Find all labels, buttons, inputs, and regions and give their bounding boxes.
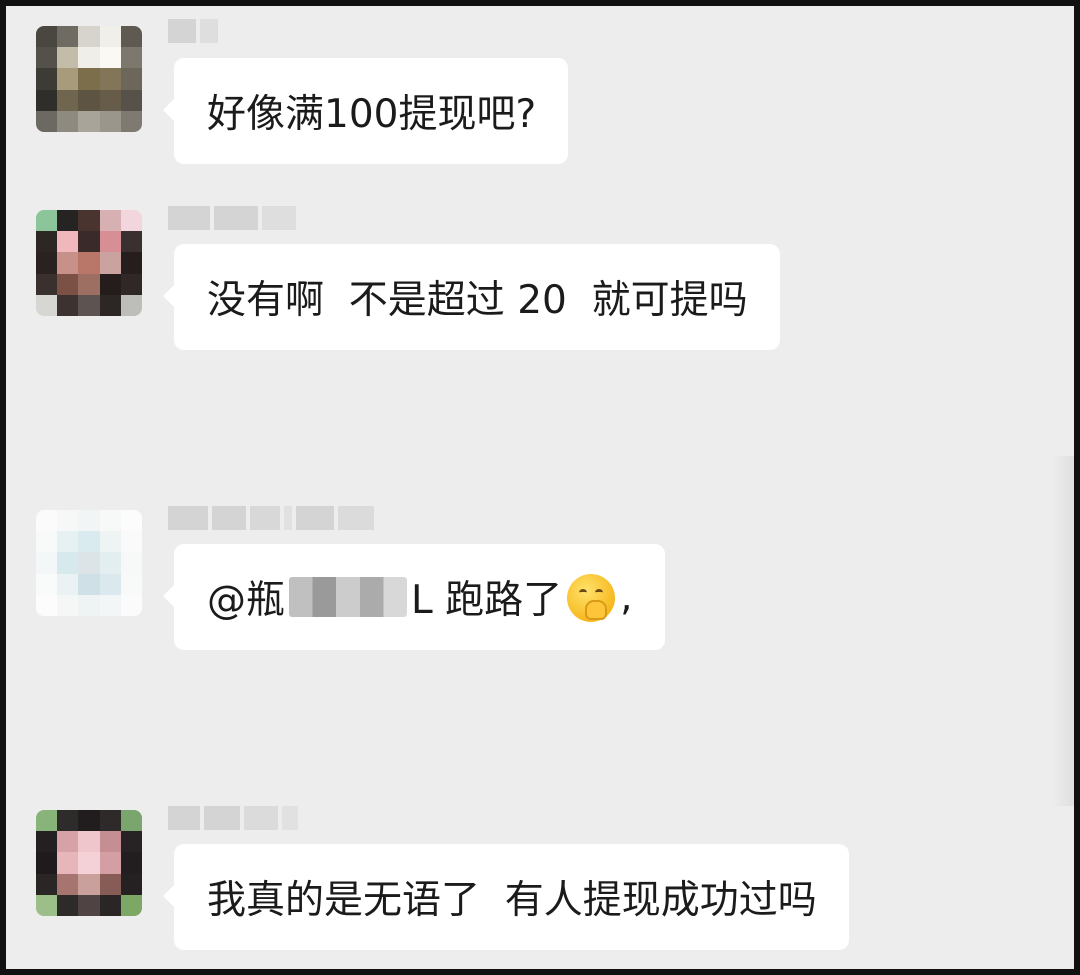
message-text-tail: , — [620, 574, 633, 620]
message-bubble[interactable]: 好像满100提现吧? — [162, 58, 569, 164]
message-bubble[interactable]: 我真的是无语了 有人提现成功过吗 — [163, 844, 849, 950]
message-text: 好像满100提现吧? — [207, 92, 537, 137]
avatar[interactable] — [36, 210, 142, 316]
avatar[interactable] — [36, 510, 142, 616]
message-text: @瓶 — [207, 578, 286, 623]
sender-name-redacted — [168, 201, 296, 235]
hand-shape — [585, 600, 608, 620]
avatar[interactable] — [36, 26, 142, 132]
sender-name-redacted — [168, 501, 374, 535]
message-bubble[interactable]: @瓶 L 跑路了 , — [163, 544, 665, 650]
redacted-mention — [289, 577, 408, 617]
sender-name-redacted — [168, 801, 298, 835]
message-bubble[interactable]: 没有啊 不是超过 20 就可提吗 — [163, 244, 780, 350]
hand-over-mouth-face-icon — [567, 574, 616, 622]
message-text: 我真的是无语了 有人提现成功过吗 — [207, 878, 817, 923]
message-text: 没有啊 不是超过 20 就可提吗 — [207, 278, 748, 323]
chat-screen: 好像满100提现吧? 没有啊 不是超过 20 就可提吗 @瓶 L 跑路了 , 我… — [6, 6, 1074, 969]
message-text-continued: L 跑路了 — [411, 578, 563, 623]
sender-name-redacted — [168, 14, 218, 48]
edge-shadow — [1052, 456, 1074, 806]
avatar[interactable] — [36, 810, 142, 916]
